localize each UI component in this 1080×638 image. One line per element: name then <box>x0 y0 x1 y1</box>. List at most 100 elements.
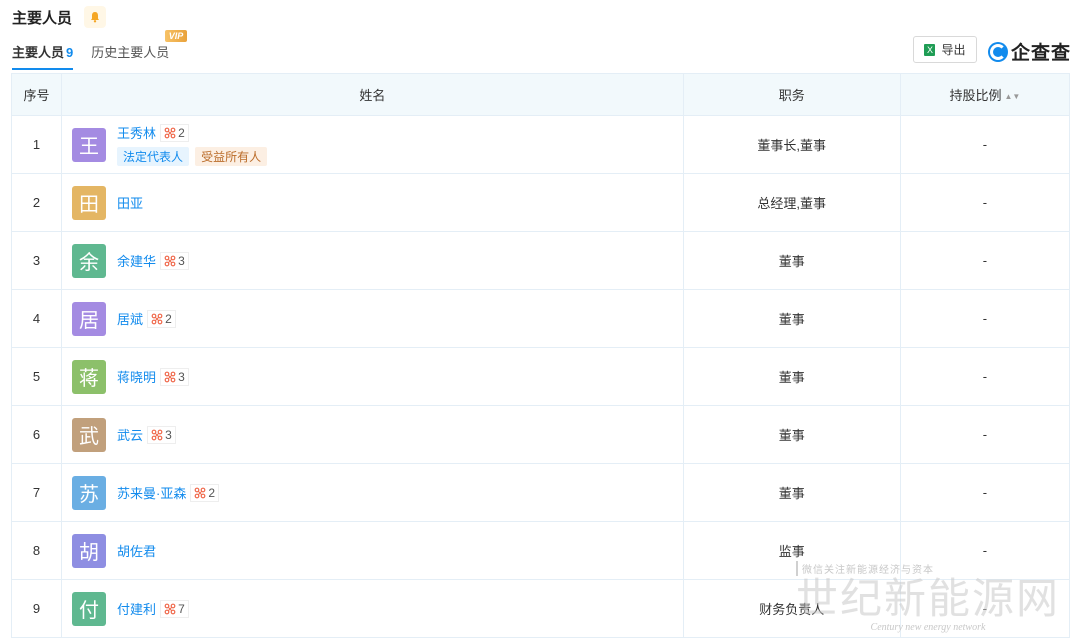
table-row: 4 居居斌 2 董事 - <box>10 289 1071 348</box>
row-index: 3 <box>10 231 63 290</box>
table-row: 2 田田亚 总经理,董事 - <box>10 173 1071 232</box>
related-count-badge[interactable]: 2 <box>160 123 189 142</box>
role-cell: 董事长,董事 <box>682 115 901 174</box>
avatar[interactable]: 居 <box>72 301 107 336</box>
related-companies-icon <box>151 313 163 324</box>
person-cell: 居居斌 2 <box>61 289 684 348</box>
related-count-badge[interactable]: 2 <box>190 483 220 502</box>
table-row: 7 苏苏来曼·亚森 2 董事 - <box>10 463 1071 522</box>
person-name-link[interactable]: 武云 <box>117 425 143 444</box>
excel-icon: X <box>924 43 936 56</box>
legal-representative-tag[interactable]: 法定代表人 <box>117 147 190 166</box>
row-index: 2 <box>10 173 63 232</box>
beneficial-owner-tag[interactable]: 受益所有人 <box>195 147 268 166</box>
row-index: 9 <box>10 579 63 638</box>
share-cell: - <box>899 173 1071 232</box>
role-cell: 董事 <box>682 231 901 290</box>
avatar[interactable]: 田 <box>72 185 107 220</box>
share-cell: - <box>899 463 1071 522</box>
related-count-badge[interactable]: 3 <box>147 425 176 444</box>
column-header-index: 序号 <box>10 73 63 116</box>
table-header-row: 序号 姓名 职务 持股比例 ▲▼ <box>10 73 1071 116</box>
avatar[interactable]: 付 <box>72 591 107 626</box>
person-name-link[interactable]: 居斌 <box>117 309 143 328</box>
related-count-badge[interactable]: 7 <box>160 599 189 618</box>
share-cell: - <box>899 231 1071 290</box>
avatar[interactable]: 王 <box>72 127 107 162</box>
related-companies-icon <box>194 487 206 498</box>
tab-main-people-label: 主要人员 <box>12 45 65 60</box>
related-companies-icon <box>164 371 176 382</box>
related-count-badge[interactable]: 2 <box>147 309 176 328</box>
share-cell: - <box>899 289 1071 348</box>
avatar[interactable]: 苏 <box>72 475 107 510</box>
share-cell: - <box>899 347 1071 406</box>
person-cell: 付付建利 7 <box>61 579 684 638</box>
column-header-share-label: 持股比例 <box>949 88 1002 103</box>
table-row: 6 武武云 3 董事 - <box>10 405 1071 464</box>
related-companies-icon <box>164 603 176 614</box>
table-row: 9 付付建利 7 财务负责人 - <box>10 579 1071 638</box>
row-index: 5 <box>10 347 63 406</box>
row-index: 8 <box>10 521 63 580</box>
share-cell: - <box>899 405 1071 464</box>
related-count: 2 <box>165 311 172 326</box>
bell-icon[interactable] <box>84 6 107 28</box>
person-cell: 王王秀林 2 法定代表人 受益所有人 <box>61 115 684 174</box>
person-cell: 苏苏来曼·亚森 2 <box>61 463 684 522</box>
people-table: 序号 姓名 职务 持股比例 ▲▼ 1 王王秀林 2 法定代表人 受益所有人 董事长,董事 -2… <box>10 73 1071 638</box>
role-cell: 总经理,董事 <box>682 173 901 232</box>
section-title: 主要人员 <box>12 9 73 27</box>
related-count-badge[interactable]: 3 <box>160 367 189 386</box>
avatar[interactable]: 余 <box>72 243 107 278</box>
section-header: 主要人员 <box>12 6 107 28</box>
related-count: 2 <box>208 485 216 500</box>
role-cell: 董事 <box>682 463 901 522</box>
related-companies-icon <box>151 429 163 440</box>
avatar[interactable]: 蒋 <box>72 359 107 394</box>
tab-bar: 主要人员 9 历史主要人员 VIP <box>12 30 188 70</box>
person-name-link[interactable]: 余建华 <box>117 251 156 270</box>
table-row: 1 王王秀林 2 法定代表人 受益所有人 董事长,董事 - <box>10 115 1071 174</box>
share-cell: - <box>899 579 1071 638</box>
export-button[interactable]: X 导出 <box>913 36 977 63</box>
person-name-link[interactable]: 付建利 <box>117 599 156 618</box>
person-name-link[interactable]: 胡佐君 <box>117 541 156 560</box>
person-cell: 蒋蒋晓明 3 <box>61 347 684 406</box>
row-index: 4 <box>10 289 63 348</box>
person-name-link[interactable]: 田亚 <box>117 193 143 212</box>
brand-logo: 企查查 <box>988 38 1071 65</box>
row-index: 6 <box>10 405 63 464</box>
person-name-link[interactable]: 苏来曼·亚森 <box>117 483 186 502</box>
role-cell: 董事 <box>682 289 901 348</box>
role-cell: 监事 <box>682 521 901 580</box>
related-count: 2 <box>178 125 185 140</box>
avatar[interactable]: 武 <box>72 417 107 452</box>
role-cell: 财务负责人 <box>682 579 901 638</box>
tab-main-people[interactable]: 主要人员 9 <box>12 42 74 70</box>
related-companies-icon <box>164 127 176 138</box>
person-name-link[interactable]: 王秀林 <box>117 123 156 142</box>
role-cell: 董事 <box>682 405 901 464</box>
role-cell: 董事 <box>682 347 901 406</box>
person-cell: 余余建华 3 <box>61 231 684 290</box>
related-count-badge[interactable]: 3 <box>160 251 189 270</box>
table-row: 5 蒋蒋晓明 3 董事 - <box>10 347 1071 406</box>
person-cell: 武武云 3 <box>61 405 684 464</box>
person-cell: 胡胡佐君 <box>61 521 684 580</box>
table-row: 8 胡胡佐君 监事 - <box>10 521 1071 580</box>
avatar[interactable]: 胡 <box>72 533 107 568</box>
person-name-link[interactable]: 蒋晓明 <box>117 367 156 386</box>
related-count: 3 <box>178 369 185 384</box>
related-count: 7 <box>178 601 185 616</box>
tab-history-people[interactable]: 历史主要人员 VIP <box>91 30 188 68</box>
related-count: 3 <box>165 427 172 442</box>
table-row: 3 余余建华 3 董事 - <box>10 231 1071 290</box>
column-header-share[interactable]: 持股比例 ▲▼ <box>899 73 1071 116</box>
brand-name: 企查查 <box>1011 43 1072 64</box>
related-companies-icon <box>164 255 176 266</box>
row-index: 7 <box>10 463 63 522</box>
qichacha-logo-icon <box>988 41 1008 62</box>
share-cell: - <box>899 521 1071 580</box>
sort-icon[interactable]: ▲▼ <box>1005 92 1021 101</box>
